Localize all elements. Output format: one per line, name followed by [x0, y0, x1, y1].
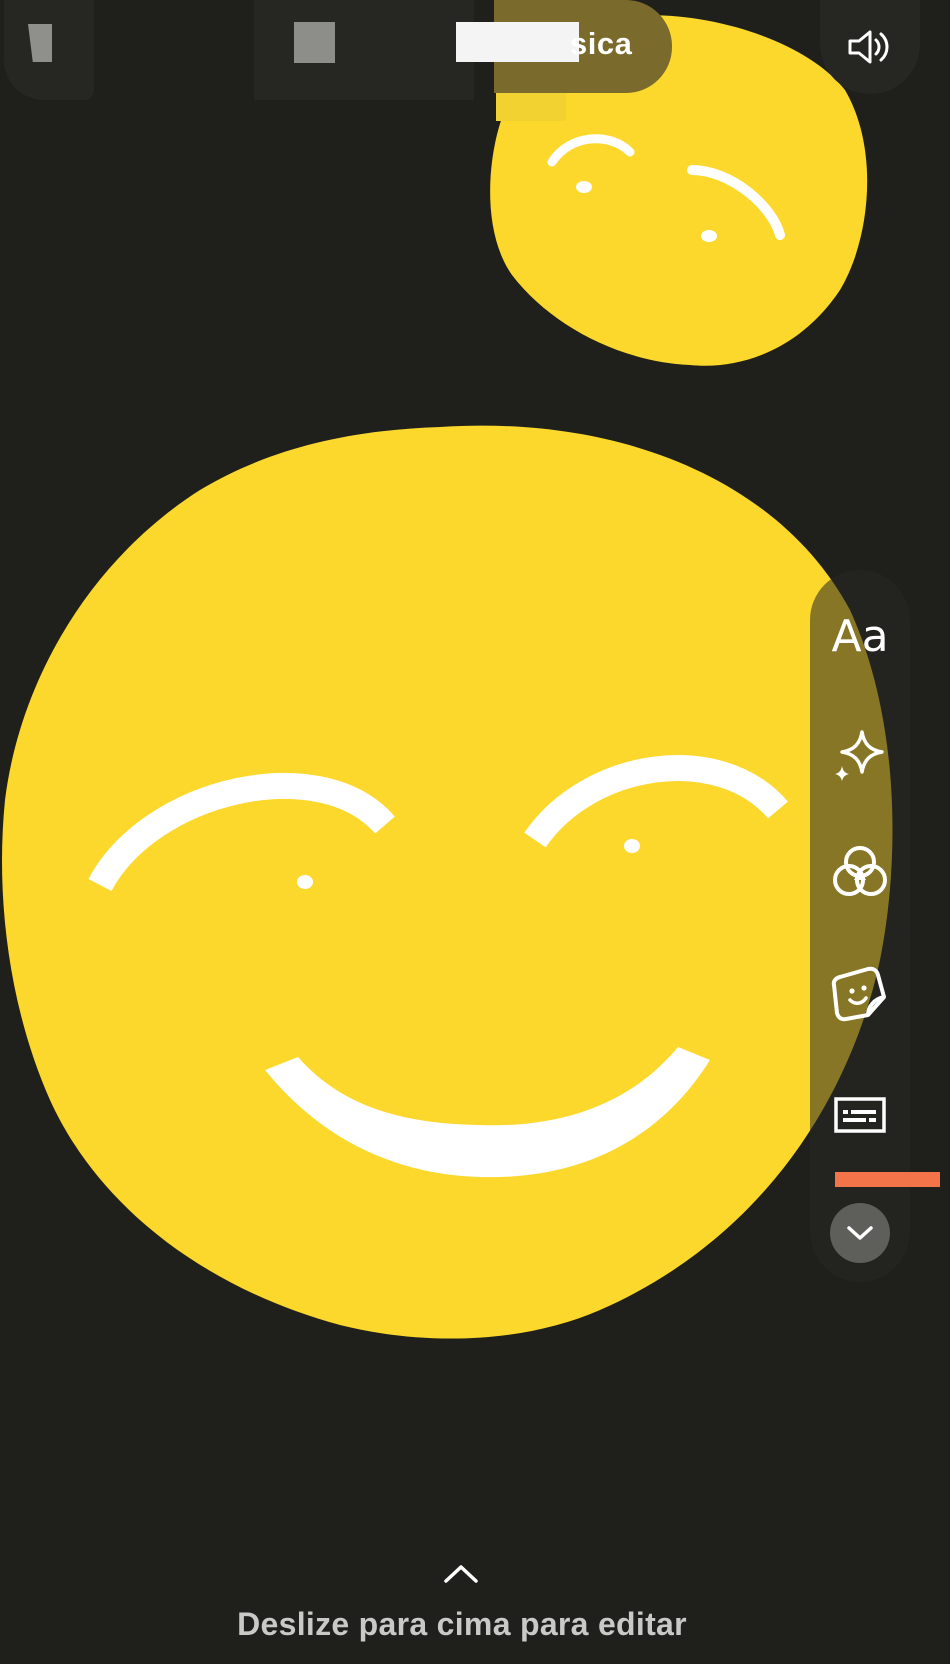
large-emoji-left-eye	[297, 875, 313, 889]
music-label: sica	[570, 26, 633, 61]
video-preview-canvas: sica Aa Deslize para cima para editar	[0, 0, 950, 1664]
emoji-artwork	[2, 15, 893, 1339]
square-icon	[294, 22, 335, 63]
large-emoji-right-eye	[624, 839, 640, 853]
filters-icon	[833, 846, 887, 896]
swipe-up-indicator[interactable]	[441, 1560, 481, 1588]
filters-tool-button[interactable]	[810, 832, 910, 912]
swipe-up-hint: Deslize para cima para editar	[237, 1606, 687, 1642]
small-emoji-left-eye	[576, 181, 592, 193]
text-icon: Aa	[831, 610, 889, 662]
small-emoji-right-eye	[701, 230, 717, 242]
redacted-block	[456, 22, 579, 62]
effects-tool-button[interactable]	[810, 714, 910, 794]
sparkle-icon	[835, 730, 884, 781]
chevron-up-icon	[444, 1565, 478, 1583]
text-tool-button[interactable]: Aa	[810, 596, 910, 676]
accent-marker	[835, 1172, 940, 1187]
stickers-tool-button[interactable]	[810, 953, 910, 1033]
captions-icon	[834, 1097, 886, 1133]
music-pill-tail	[496, 93, 566, 121]
collapse-tools-button[interactable]	[830, 1203, 890, 1263]
sticker-icon	[831, 966, 886, 1022]
speaker-volume-icon	[848, 30, 889, 64]
large-emoji-face	[2, 425, 893, 1339]
captions-tool-button[interactable]	[810, 1075, 910, 1155]
top-center-button[interactable]	[254, 0, 474, 100]
chevron-down-icon	[847, 1226, 873, 1240]
